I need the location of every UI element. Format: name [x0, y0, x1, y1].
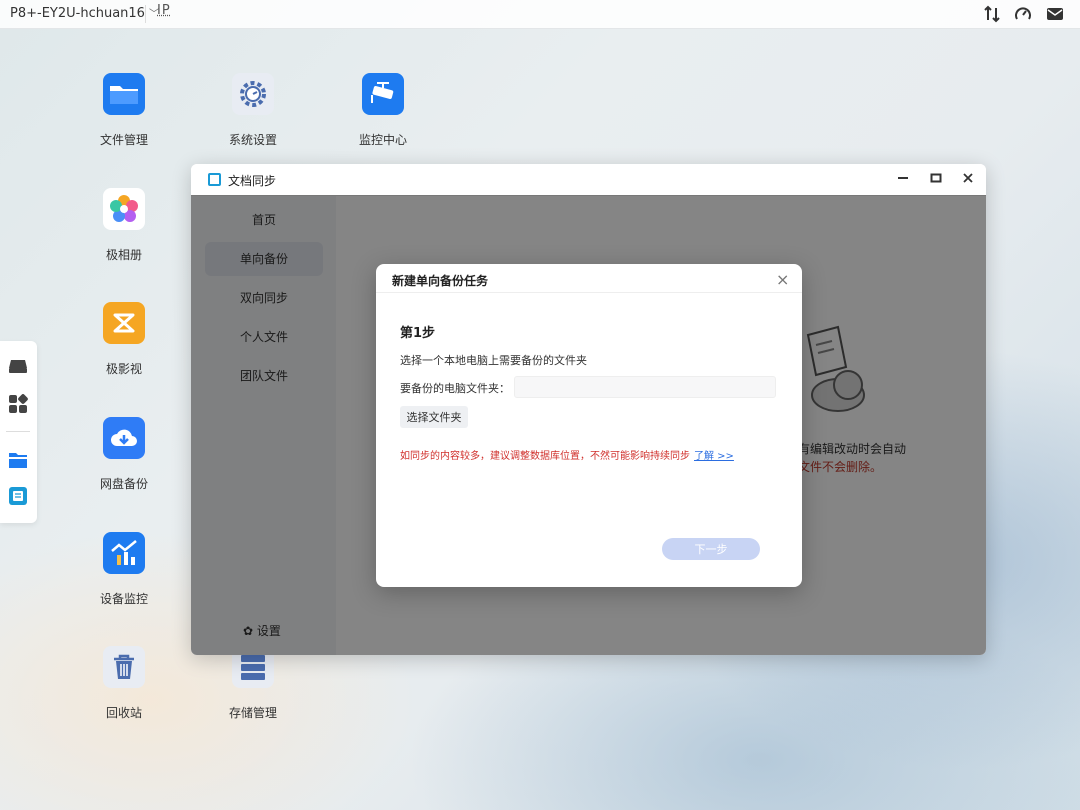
folder-icon[interactable] — [8, 450, 28, 470]
device-selector[interactable]: P8+-EY2U-hchuan16 ﹀ — [10, 5, 159, 21]
gear-icon — [232, 73, 274, 115]
cctv-camera-icon — [362, 73, 404, 115]
choose-folder-button[interactable]: 选择文件夹 — [400, 406, 468, 428]
video-icon — [103, 302, 145, 344]
desktop-icon-label: 设备监控 — [99, 592, 148, 606]
window-titlebar: 文档同步 — [191, 164, 986, 196]
dock-divider — [6, 431, 30, 432]
maximize-icon[interactable] — [926, 170, 946, 190]
desktop-icon-label: 文件管理 — [99, 133, 148, 147]
mail-icon[interactable] — [1045, 5, 1065, 23]
warning-text: 如同步的内容较多，建议调整数据库位置，不然可能影响持续同步 — [400, 451, 690, 462]
desktop-icon-label: 系统设置 — [228, 133, 277, 147]
close-icon[interactable]: × — [776, 270, 789, 289]
cloud-download-icon — [103, 417, 145, 459]
window-title: 文档同步 — [228, 174, 277, 188]
database-warning: 如同步的内容较多，建议调整数据库位置，不然可能影响持续同步 了解 >> — [400, 447, 734, 462]
desktop-icon-label: 极相册 — [105, 248, 142, 262]
desktop-icon-label: 存储管理 — [228, 706, 277, 720]
divider — [145, 5, 146, 23]
desktop-icon-device-monitor[interactable]: 设备监控 — [84, 532, 164, 607]
desktop-icon-video[interactable]: 极影视 — [84, 302, 164, 377]
desktop-icon-monitor-center[interactable]: 监控中心 — [343, 73, 423, 148]
folder-icon — [103, 73, 145, 115]
chart-monitor-icon — [103, 532, 145, 574]
photo-flower-icon — [103, 188, 145, 230]
learn-more-link[interactable]: 了解 >> — [694, 451, 734, 462]
desktop-icon-label: 网盘备份 — [99, 477, 148, 491]
desktop-icon-storage[interactable]: 存储管理 — [213, 646, 293, 721]
desktop-icon-system-settings[interactable]: 系统设置 — [213, 73, 293, 148]
folder-path-input[interactable] — [514, 376, 776, 398]
folder-field-label: 要备份的电脑文件夹： — [400, 382, 510, 395]
desktop-icon-photos[interactable]: 极相册 — [84, 188, 164, 263]
trash-icon — [103, 646, 145, 688]
desktop-icon-file-manager[interactable]: 文件管理 — [84, 73, 164, 148]
left-dock — [0, 341, 37, 523]
apps-grid-icon[interactable] — [8, 394, 28, 414]
ip-button[interactable]: IP — [157, 3, 171, 18]
doc-sync-app-icon — [208, 173, 221, 186]
desktop-icon-cloud-backup[interactable]: 网盘备份 — [84, 417, 164, 492]
step-instruction: 选择一个本地电脑上需要备份的文件夹 — [400, 354, 587, 367]
device-name: P8+-EY2U-hchuan16 — [10, 6, 145, 21]
dialog-title: 新建单向备份任务 — [392, 274, 489, 288]
next-step-button[interactable]: 下一步 — [662, 538, 760, 560]
doc-sync-icon[interactable] — [8, 486, 28, 506]
dialog-divider — [376, 292, 802, 293]
desktop-icon-label: 极影视 — [105, 362, 142, 376]
desktop-icon-recycle-bin[interactable]: 回收站 — [84, 646, 164, 721]
minimize-icon[interactable] — [893, 170, 913, 190]
desktop-icon-label: 监控中心 — [358, 133, 407, 147]
transfer-icon[interactable] — [982, 5, 1002, 23]
drive-icon[interactable] — [8, 356, 28, 376]
desktop-icon-label: 回收站 — [105, 706, 142, 720]
new-backup-task-dialog: 新建单向备份任务 × 第1步 选择一个本地电脑上需要备份的文件夹 要备份的电脑文… — [376, 264, 802, 587]
step-heading: 第1步 — [400, 326, 436, 341]
close-icon[interactable] — [958, 170, 978, 190]
top-bar: P8+-EY2U-hchuan16 ﹀ IP — [0, 0, 1080, 29]
speedometer-icon[interactable] — [1013, 5, 1033, 23]
